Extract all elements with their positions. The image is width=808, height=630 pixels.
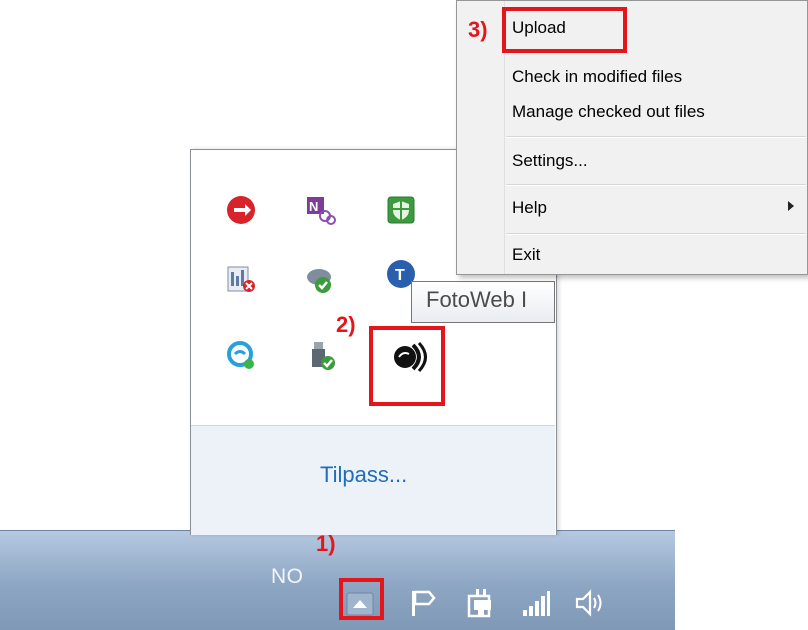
step-2-label: 2) (336, 312, 356, 337)
language-indicator[interactable]: NO (271, 565, 304, 589)
submenu-arrow-icon (788, 201, 794, 211)
menu-item-help[interactable]: Help (512, 198, 547, 218)
usb-safe-remove-icon[interactable] (305, 340, 337, 372)
network-signal-icon[interactable] (520, 587, 552, 619)
highlight-box-show-hidden (339, 578, 384, 620)
meter-calendar-icon[interactable] (225, 263, 257, 295)
green-shield-icon[interactable] (385, 194, 417, 226)
red-ribbon-icon[interactable] (225, 194, 257, 226)
svg-text:T: T (395, 267, 405, 284)
menu-item-manage-checked-out[interactable]: Manage checked out files (512, 102, 705, 122)
step-3-label: 3) (468, 17, 488, 42)
customize-link[interactable]: Tilpass... (320, 462, 407, 488)
power-plug-icon[interactable] (465, 587, 497, 619)
highlight-box-upload (502, 7, 627, 53)
menu-separator (506, 184, 806, 186)
onenote-clip-icon[interactable]: N (305, 194, 337, 226)
menu-separator (506, 233, 806, 235)
step-1-label: 1) (316, 531, 336, 556)
svg-text:N: N (309, 199, 318, 214)
menu-item-settings[interactable]: Settings... (512, 151, 588, 171)
fotoweb-tooltip: FotoWeb I (411, 281, 555, 323)
chat-bubble-icon[interactable] (225, 340, 257, 372)
action-center-flag-icon[interactable] (407, 587, 439, 619)
cloud-check-icon[interactable] (305, 263, 337, 295)
highlight-box-fotoweb (369, 326, 445, 406)
volume-icon[interactable] (574, 587, 606, 619)
menu-item-exit[interactable]: Exit (512, 245, 540, 265)
menu-item-check-in[interactable]: Check in modified files (512, 67, 682, 87)
menu-separator (506, 136, 806, 138)
